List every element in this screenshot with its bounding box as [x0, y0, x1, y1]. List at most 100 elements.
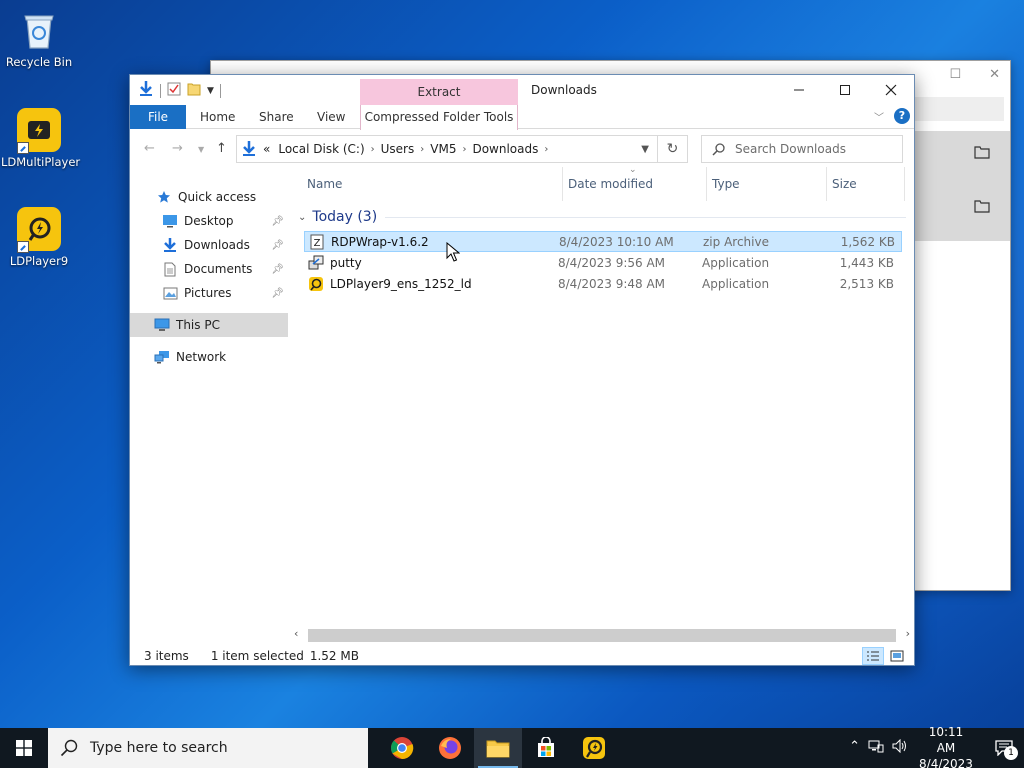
putty-icon — [308, 255, 324, 269]
column-header-size[interactable]: Size — [832, 167, 857, 201]
breadcrumb-users[interactable]: Users — [381, 142, 415, 156]
nav-this-pc[interactable]: This PC — [130, 313, 288, 337]
taskbar-file-explorer[interactable] — [474, 728, 522, 768]
downloads-location-icon — [243, 141, 255, 156]
back-arrow-icon[interactable]: ← — [144, 141, 155, 156]
maximize-button[interactable] — [822, 75, 868, 105]
star-icon — [156, 189, 172, 205]
taskbar-store[interactable] — [522, 728, 570, 768]
pin-icon[interactable]: 📌︎ — [271, 264, 284, 275]
download-arrow-icon[interactable] — [138, 80, 154, 101]
network-status-icon[interactable] — [868, 739, 884, 757]
file-row-putty[interactable]: putty 8/4/2023 9:56 AM Application 1,443… — [304, 252, 902, 273]
close-button[interactable] — [868, 75, 914, 105]
notification-badge: 1 — [1004, 746, 1018, 760]
show-hidden-icons-icon[interactable]: ⌃ — [849, 739, 860, 757]
folder-icon[interactable] — [974, 145, 990, 162]
column-header-date[interactable]: Date modified — [568, 167, 653, 201]
nav-network[interactable]: Network — [130, 345, 288, 369]
extract-context-header[interactable]: Extract — [360, 79, 518, 105]
up-arrow-icon[interactable]: ↑ — [216, 141, 227, 156]
minimize-icon — [794, 89, 804, 91]
search-icon — [712, 142, 725, 156]
large-icons-view-button[interactable] — [886, 647, 908, 665]
column-header-name[interactable]: Name — [307, 167, 342, 201]
nav-downloads[interactable]: Downloads 📌︎ — [130, 233, 288, 257]
downloads-icon — [162, 237, 178, 253]
file-list: Name ⌄ Date modified Type Size ⌄ Today (… — [294, 165, 910, 627]
desktop-icon-ldmultiplayer[interactable]: LDMultiPlayer — [1, 108, 81, 169]
new-folder-icon[interactable] — [187, 82, 201, 99]
tab-compressed-folder-tools[interactable]: Compressed Folder Tools — [360, 105, 518, 130]
horizontal-scrollbar[interactable]: ‹ › — [294, 627, 910, 644]
file-explorer-window[interactable]: ▼ Extract Downloads File Home Share View… — [129, 74, 915, 666]
scroll-left-icon[interactable]: ‹ — [294, 627, 298, 640]
expand-ribbon-icon[interactable]: ﹀ — [874, 109, 884, 124]
recent-locations-icon[interactable]: ▼ — [198, 145, 204, 154]
pin-icon[interactable]: 📌︎ — [271, 240, 284, 251]
status-selection: 1 item selected — [210, 649, 304, 663]
clock-date: 8/4/2023 — [919, 757, 973, 768]
taskbar-clock[interactable]: 10:11 AM 8/4/2023 — [918, 724, 974, 768]
clock-time: 10:11 AM — [928, 725, 964, 755]
file-row-rdpwrap[interactable]: Z RDPWrap-v1.6.2 8/4/2023 10:10 AM zip A… — [304, 231, 902, 252]
nav-documents[interactable]: Documents 📌︎ — [130, 257, 288, 281]
chevron-down-icon[interactable]: ▼ — [641, 144, 649, 155]
help-icon[interactable]: ? — [894, 108, 910, 124]
search-box[interactable]: Search Downloads — [701, 135, 903, 163]
scrollbar-thumb[interactable] — [308, 629, 896, 642]
chevron-right-icon[interactable]: › — [544, 144, 548, 155]
tab-view[interactable]: View — [317, 105, 345, 129]
tab-home[interactable]: Home — [200, 105, 235, 129]
chevron-right-icon[interactable]: › — [462, 144, 466, 155]
folder-icon[interactable] — [974, 199, 990, 216]
tab-share[interactable]: Share — [259, 105, 294, 129]
chevron-right-icon[interactable]: › — [420, 144, 424, 155]
search-placeholder: Search Downloads — [735, 142, 846, 156]
background-window-selection — [915, 131, 1010, 241]
desktop-icon-recycle-bin[interactable]: Recycle Bin — [1, 8, 77, 69]
file-row-ldplayer[interactable]: LDPlayer9_ens_1252_ld 8/4/2023 9:48 AM A… — [304, 273, 902, 294]
pin-icon[interactable]: 📌︎ — [271, 288, 284, 299]
details-view-icon — [867, 651, 879, 661]
nav-pictures[interactable]: Pictures 📌︎ — [130, 281, 288, 305]
taskbar-chrome[interactable] — [378, 728, 426, 768]
close-icon[interactable]: ✕ — [989, 67, 1000, 82]
refresh-button[interactable]: ↻ — [658, 135, 688, 163]
large-icons-view-icon — [890, 650, 904, 662]
taskbar: Type here to search ⌃ 10:11 AM 8/4/2023 … — [0, 725, 1024, 768]
taskbar-ldplayer[interactable] — [570, 728, 618, 768]
taskbar-search-box[interactable]: Type here to search — [48, 728, 368, 768]
chrome-icon — [391, 737, 414, 760]
group-header-today[interactable]: ⌄ Today (3) — [298, 207, 906, 227]
maximize-icon — [840, 85, 850, 95]
nav-quick-access[interactable]: Quick access — [130, 185, 288, 209]
start-button[interactable] — [0, 728, 48, 768]
chevron-right-icon[interactable]: › — [371, 144, 375, 155]
address-row: ← → ▼ ↑ « Local Disk (C:) › Users › VM5 … — [130, 131, 914, 167]
title-bar[interactable]: ▼ Extract Downloads — [130, 75, 914, 105]
action-center-button[interactable]: 1 — [984, 728, 1024, 768]
shortcut-arrow-icon — [17, 241, 29, 253]
recycle-bin-icon — [17, 8, 61, 52]
desktop-icon-ldplayer9[interactable]: LDPlayer9 — [1, 207, 77, 268]
nav-desktop[interactable]: Desktop 📌︎ — [130, 209, 288, 233]
minimize-button[interactable] — [776, 75, 822, 105]
forward-arrow-icon[interactable]: → — [172, 141, 183, 156]
desktop-icon-label: LDMultiPlayer — [1, 155, 81, 169]
scroll-right-icon[interactable]: › — [906, 627, 910, 640]
taskbar-firefox[interactable] — [426, 728, 474, 768]
address-bar[interactable]: « Local Disk (C:) › Users › VM5 › Downlo… — [236, 135, 658, 163]
breadcrumb-overflow[interactable]: « — [263, 142, 270, 156]
properties-icon[interactable] — [167, 82, 181, 99]
breadcrumb-downloads[interactable]: Downloads — [472, 142, 538, 156]
breadcrumb-vm5[interactable]: VM5 — [430, 142, 456, 156]
tab-file[interactable]: File — [130, 105, 186, 129]
maximize-icon[interactable]: ☐ — [949, 67, 961, 82]
pin-icon[interactable]: 📌︎ — [271, 216, 284, 227]
column-header-type[interactable]: Type — [712, 167, 740, 201]
details-view-button[interactable] — [862, 647, 884, 665]
volume-icon[interactable] — [892, 738, 908, 757]
chevron-down-icon[interactable]: ▼ — [207, 86, 214, 96]
breadcrumb-local-disk[interactable]: Local Disk (C:) — [278, 142, 364, 156]
